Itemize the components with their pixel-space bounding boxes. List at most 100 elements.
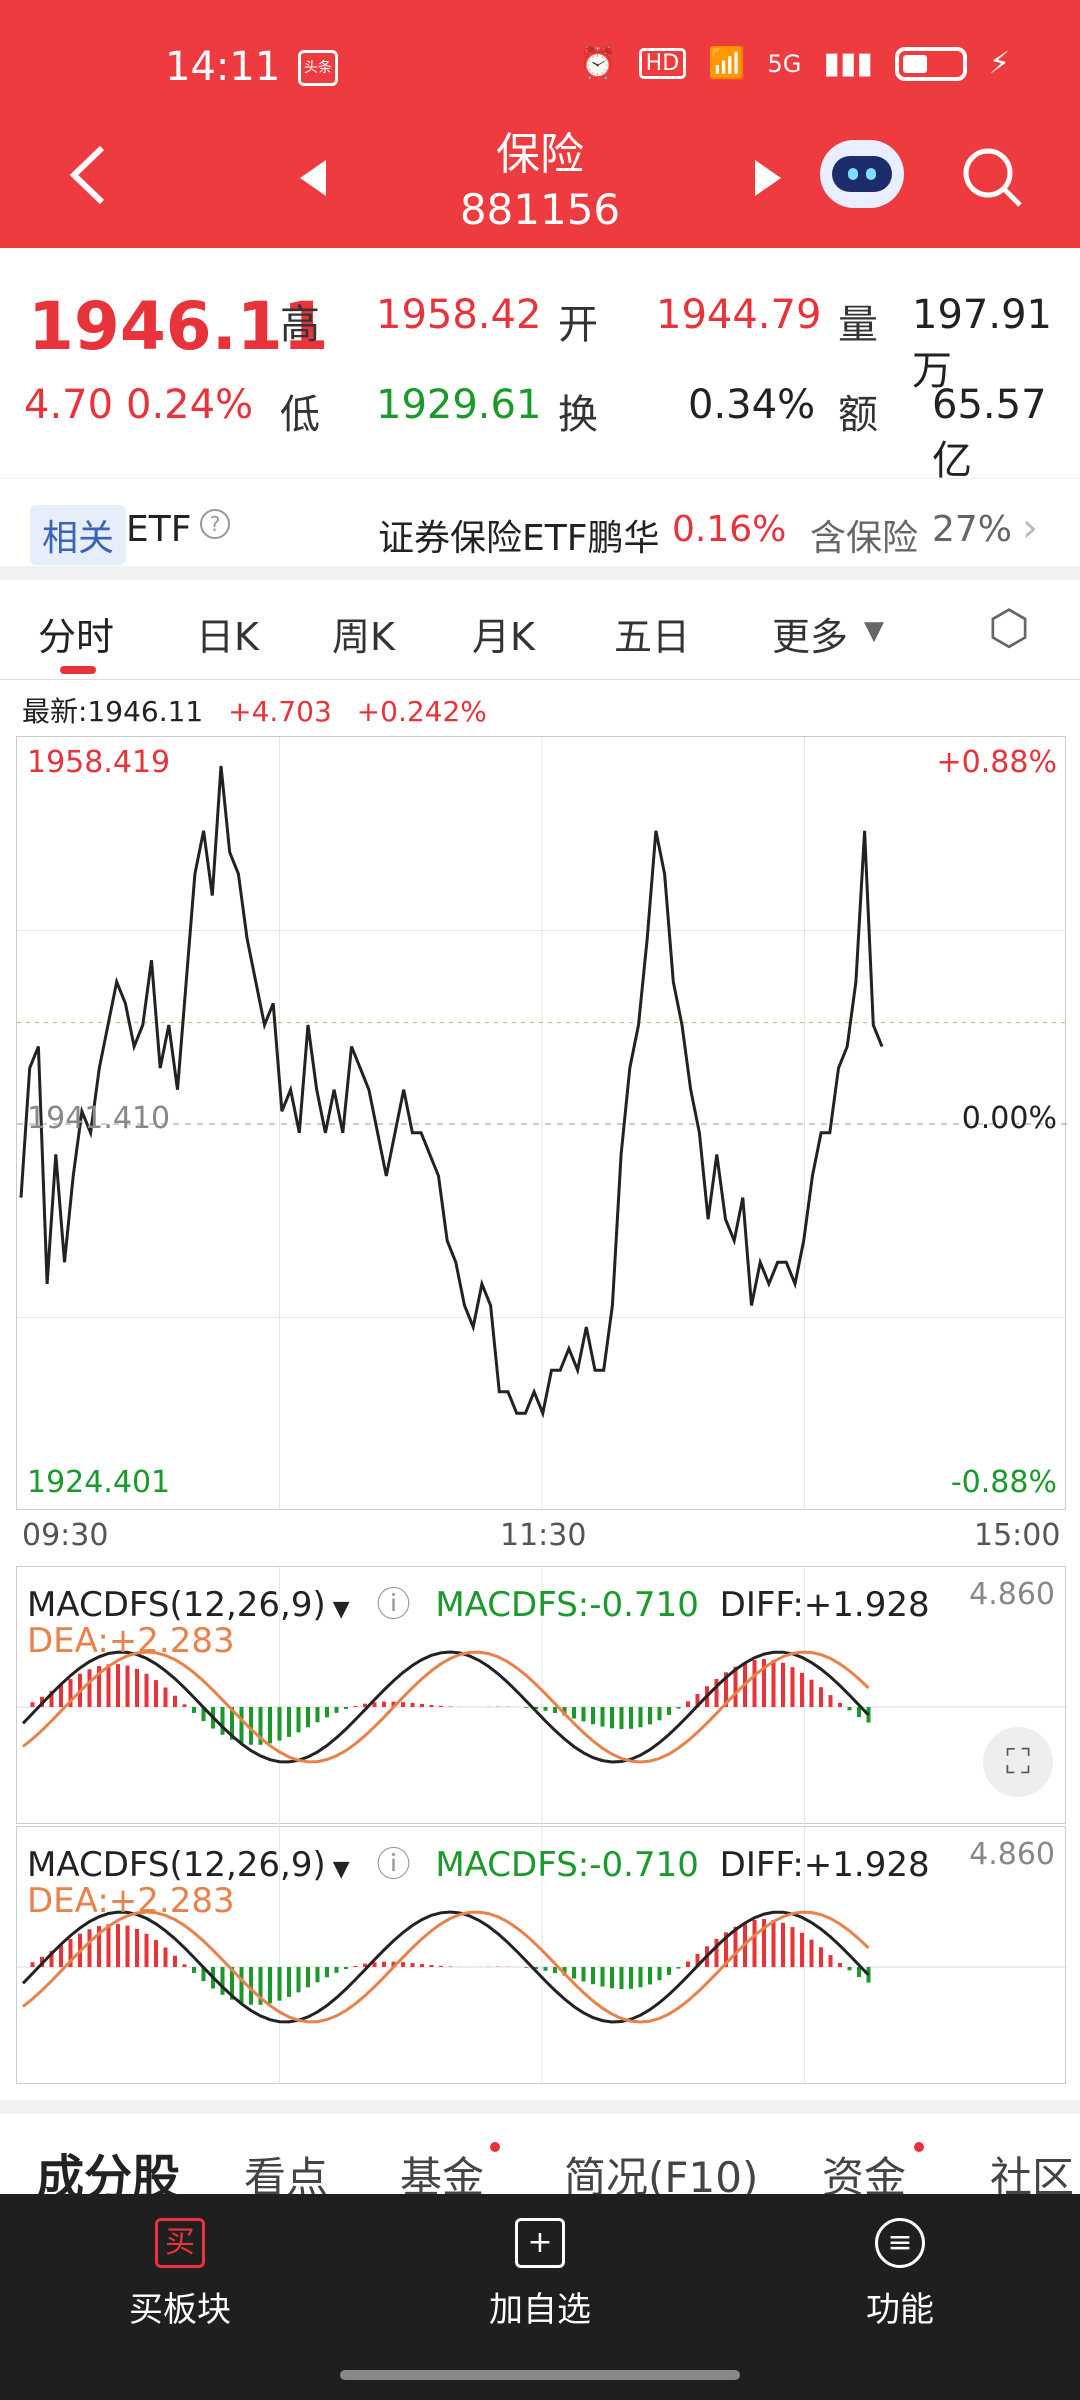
help-icon[interactable]: ? <box>200 509 230 539</box>
macd-bar <box>106 1924 111 1967</box>
settings-hexagon-icon[interactable]: ⬡ <box>988 600 1030 656</box>
macd-bar <box>809 1679 814 1707</box>
macd-bar <box>163 1687 168 1707</box>
robot-assistant-icon[interactable] <box>820 140 904 208</box>
turnover-value: 0.34% <box>688 382 816 428</box>
buy-icon: 买 <box>155 2218 205 2268</box>
network-label: 5G <box>767 49 802 78</box>
prev-arrow-icon[interactable] <box>300 160 326 196</box>
buy-sector-label: 买板块 <box>129 2290 231 2330</box>
high-label: 高 <box>280 302 320 348</box>
macd-header: MACDFS(12,26,9) ▼ ⓘ MACDFS:-0.710 DIFF:+… <box>27 1837 930 1886</box>
menu-icon: ≡ <box>875 2218 925 2268</box>
macd-bar <box>173 1695 177 1707</box>
price-line-chart <box>17 737 1067 1511</box>
add-watchlist-button[interactable]: + 加自选 <box>440 2218 640 2331</box>
macd-bar <box>752 1919 757 1967</box>
macd-bar <box>277 1967 282 2001</box>
buy-sector-button[interactable]: 买 买板块 <box>80 2218 280 2331</box>
macd-bar <box>116 1664 120 1707</box>
macd-bar <box>648 1967 652 1985</box>
index-code: 881156 <box>459 185 621 234</box>
macd-bar <box>125 1925 130 1967</box>
help-icon[interactable]: ⓘ <box>377 1585 411 1625</box>
tab-more[interactable]: 更多 <box>772 606 848 661</box>
macd-panel-1[interactable]: MACDFS(12,26,9) ▼ ⓘ MACDFS:-0.710 DIFF:+… <box>16 1566 1067 1825</box>
macd-bar <box>847 1707 852 1711</box>
y-right-top: +0.88% <box>936 745 1057 780</box>
macd-bar <box>382 1961 386 1967</box>
macd-bar <box>382 1701 386 1707</box>
macd-bar <box>334 1707 339 1713</box>
tab-intraday[interactable]: 分时 <box>38 606 114 661</box>
macd-bar <box>296 1967 301 1993</box>
macd-top-value: 4.860 <box>969 1837 1055 1872</box>
chevron-right-icon: › <box>1022 505 1038 551</box>
status-time: 14:11 <box>165 44 281 90</box>
macd-bar <box>781 1662 785 1707</box>
functions-button[interactable]: ≡ 功能 <box>800 2218 1000 2331</box>
low-label: 低 <box>280 392 320 438</box>
tab-daily-k[interactable]: 日K <box>196 606 259 661</box>
macd-bar <box>182 1964 187 1967</box>
tab-weekly-k[interactable]: 周K <box>332 606 395 661</box>
expand-icon[interactable]: ⛶ <box>983 1727 1053 1797</box>
macd-bar <box>828 1955 833 1967</box>
price-line <box>19 765 884 1419</box>
macd-bar <box>619 1707 624 1730</box>
macd-label[interactable]: MACDFS(12,26,9) <box>27 1585 326 1625</box>
macd-bar <box>686 1701 690 1707</box>
macd-bar <box>192 1967 196 1973</box>
macd-bar <box>448 1966 453 1967</box>
bottom-info-tabs: 成分股 看点 基金 简况(F10) 资金 社区 <box>0 2100 1080 2206</box>
intraday-chart[interactable]: 1958.419 1941.410 1924.401 +0.88% 0.00% … <box>16 736 1067 1511</box>
amount-label: 额 <box>838 392 878 438</box>
macd-bar <box>420 1703 424 1707</box>
macd-bar <box>420 1963 424 1967</box>
tab-monthly-k[interactable]: 月K <box>472 606 535 661</box>
tab-five-day[interactable]: 五日 <box>614 606 690 661</box>
macd-bar <box>800 1672 804 1707</box>
macd-bar <box>239 1967 244 2003</box>
etf-name: 证券保险ETF鹏华 <box>378 518 660 559</box>
dropdown-icon: ▼ <box>864 616 884 646</box>
macd-bar <box>600 1967 605 1987</box>
macd-bar <box>543 1967 548 1971</box>
search-icon[interactable] <box>960 145 1024 209</box>
macd-bar <box>524 1967 529 1968</box>
diff-value: DIFF:+1.928 <box>719 1845 930 1885</box>
active-tab-indicator <box>60 666 96 674</box>
macd-bar <box>429 1704 434 1707</box>
macd-bar <box>277 1707 282 1741</box>
y-right-bottom: -0.88% <box>950 1465 1057 1500</box>
macd-bar <box>353 1705 358 1707</box>
add-watchlist-label: 加自选 <box>489 2290 591 2330</box>
macd-panel-2[interactable]: MACDFS(12,26,9) ▼ ⓘ MACDFS:-0.710 DIFF:+… <box>16 1826 1067 2085</box>
related-tag: 相关 <box>30 505 127 565</box>
dea-value: DEA:+2.283 <box>27 1881 235 1921</box>
macd-bar <box>553 1707 557 1713</box>
macd-bar <box>667 1967 671 1975</box>
next-arrow-icon[interactable] <box>755 160 781 196</box>
macd-bar <box>581 1967 586 1982</box>
dropdown-icon[interactable]: ▼ <box>326 1597 350 1622</box>
macdfs-value: MACDFS:-0.710 <box>435 1585 699 1625</box>
macd-bar <box>838 1702 842 1707</box>
back-arrow-icon[interactable] <box>60 140 120 210</box>
macd-bar <box>59 1944 63 1967</box>
help-icon[interactable]: ⓘ <box>377 1845 411 1885</box>
macd-bar <box>306 1967 310 1988</box>
y-right-mid: 0.00% <box>961 1101 1057 1136</box>
macd-bar <box>638 1967 643 1988</box>
dropdown-icon[interactable]: ▼ <box>326 1857 350 1882</box>
related-etf-bar[interactable]: 相关 ETF ? 证券保险ETF鹏华 0.16% 含保险 27% › <box>0 478 1080 578</box>
macd-bar <box>610 1967 614 1989</box>
latest-price-label: 最新:1946.11 <box>22 695 204 728</box>
macd-bar <box>59 1684 63 1707</box>
latest-change: +4.703 <box>228 695 332 728</box>
notification-dot <box>490 2142 500 2152</box>
macd-bar <box>135 1668 139 1707</box>
bottom-action-bar: 买 买板块 + 加自选 ≡ 功能 <box>0 2194 1080 2400</box>
macd-label[interactable]: MACDFS(12,26,9) <box>27 1845 326 1885</box>
macd-bar <box>429 1964 434 1967</box>
